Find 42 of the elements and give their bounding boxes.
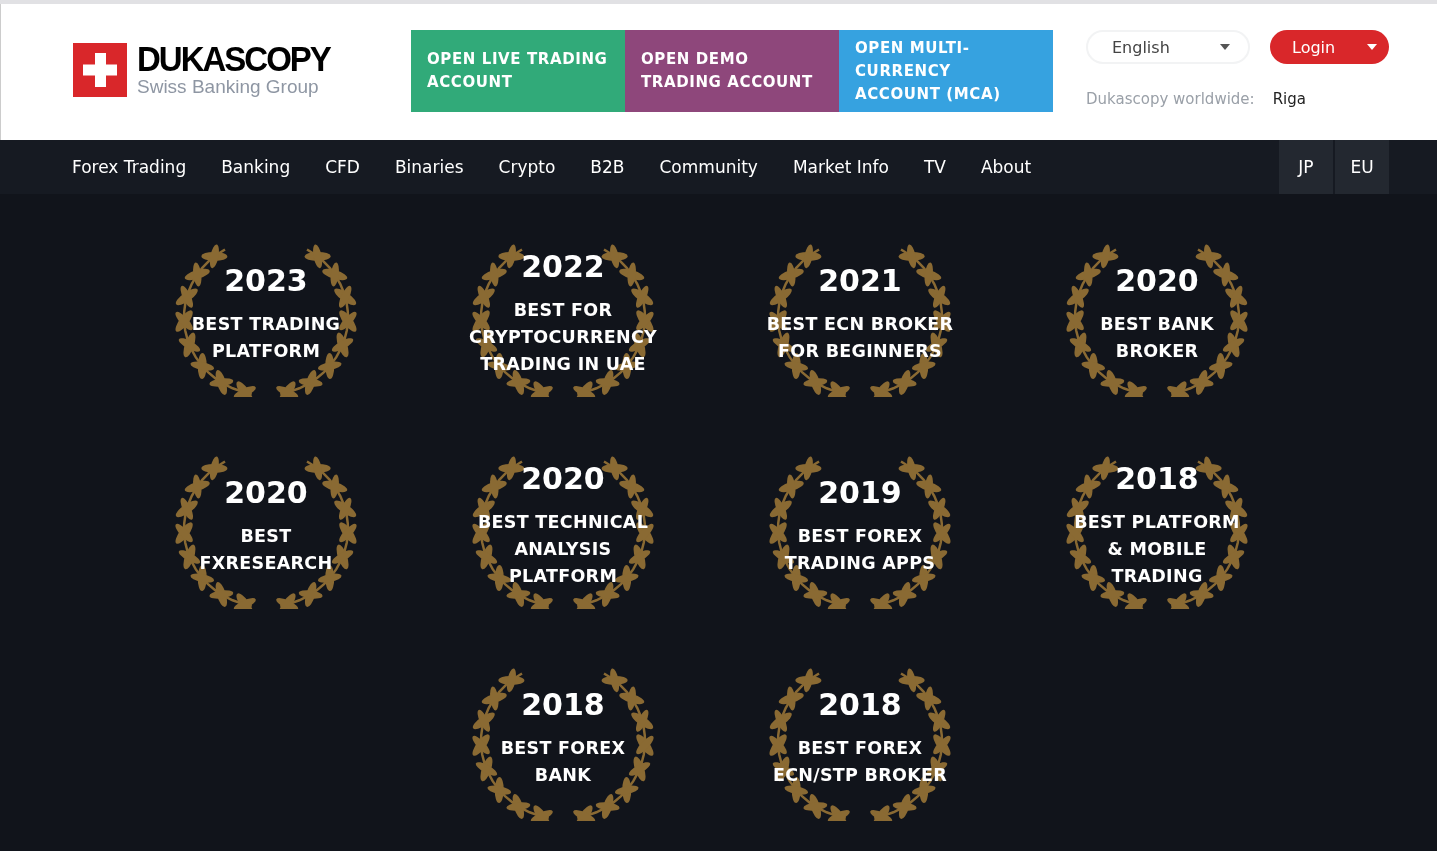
- award-year: 2021: [818, 264, 902, 297]
- region-tab[interactable]: JP: [1279, 140, 1333, 194]
- award-title: BEST TRADING PLATFORM: [191, 312, 341, 363]
- open-account-button[interactable]: OPEN DEMO TRADING ACCOUNT: [625, 30, 839, 112]
- award-year: 2019: [818, 476, 902, 509]
- nav-link[interactable]: Crypto: [498, 140, 556, 194]
- language-select[interactable]: English: [1086, 30, 1250, 64]
- award-year: 2020: [1115, 264, 1199, 297]
- worldwide-label: Dukascopy worldwide:: [1086, 90, 1255, 108]
- brand-name: DUKASCOPY: [137, 41, 330, 77]
- nav-link[interactable]: CFD: [325, 140, 360, 194]
- location-link[interactable]: Riga: [1272, 90, 1306, 108]
- region-tab[interactable]: EU: [1335, 140, 1389, 194]
- login-button[interactable]: Login: [1270, 30, 1389, 64]
- nav-link[interactable]: Market Info: [792, 140, 889, 194]
- award-title: BEST ECN BROKER FOR BEGINNERS: [766, 312, 954, 363]
- caret-icon: [1367, 44, 1377, 50]
- award-title: BEST FOR CRYPTOCURRENCY TRADING IN UAE: [469, 299, 657, 376]
- award-year: 2020: [521, 463, 605, 495]
- award-year: 2020: [224, 476, 308, 509]
- caret-icon: [1220, 44, 1230, 50]
- award-title: BEST TECHNICAL ANALYSIS PLATFORM: [477, 511, 649, 588]
- nav-link[interactable]: B2B: [590, 140, 625, 194]
- nav-link[interactable]: Community: [659, 140, 758, 194]
- award-year: 2022: [521, 251, 605, 283]
- nav-link[interactable]: Banking: [221, 140, 291, 194]
- award-title: BEST BANK BROKER: [1100, 312, 1214, 363]
- award-year: 2023: [224, 264, 308, 297]
- nav-link[interactable]: About: [980, 140, 1032, 194]
- swiss-cross-logo-icon: [73, 43, 127, 97]
- award-title: BEST PLATFORM & MOBILE TRADING: [1074, 511, 1240, 588]
- award-year: 2018: [521, 688, 605, 721]
- nav-link[interactable]: Binaries: [394, 140, 464, 194]
- award-year: 2018: [818, 688, 902, 721]
- nav-link[interactable]: Forex Trading: [72, 140, 187, 194]
- award-title: BEST FOREX TRADING APPS: [784, 524, 936, 575]
- award-year: 2018: [1115, 463, 1199, 495]
- nav-link[interactable]: TV: [923, 140, 946, 194]
- award-title: BEST FOREX ECN/STP BROKER: [772, 736, 948, 787]
- award-title: BEST FOREX BANK: [500, 736, 626, 787]
- award-title: BEST FXRESEARCH: [198, 524, 334, 575]
- brand-tagline: Swiss Banking Group: [137, 76, 320, 98]
